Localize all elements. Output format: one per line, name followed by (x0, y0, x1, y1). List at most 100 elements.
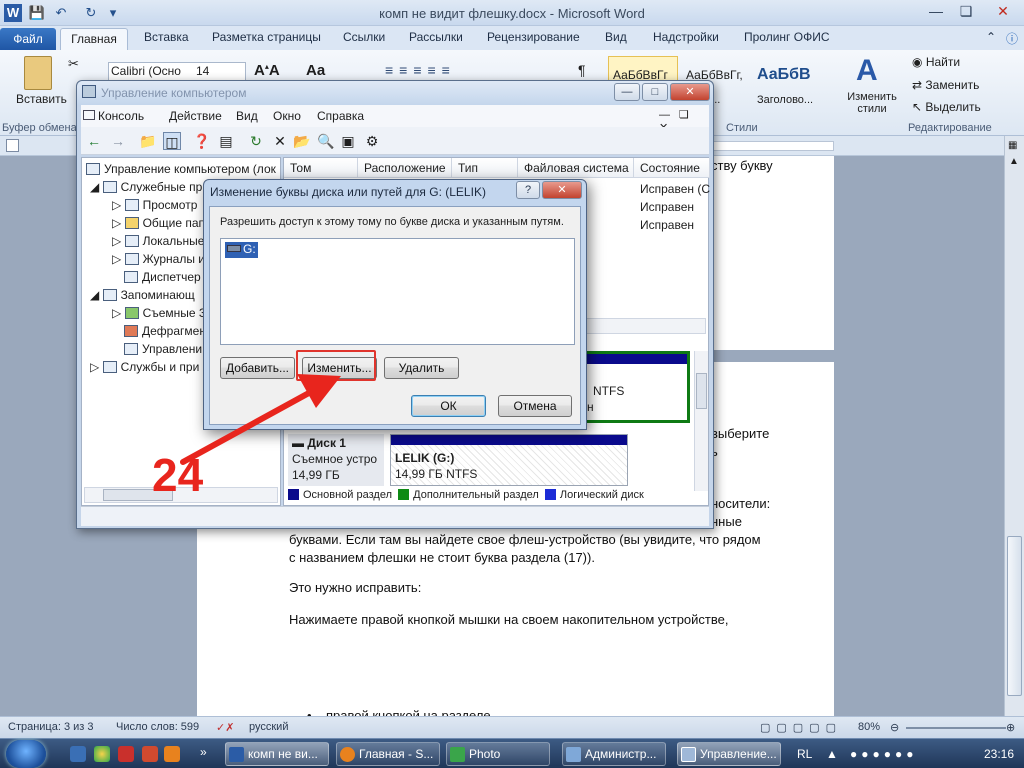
remove-button[interactable]: Удалить (384, 357, 459, 379)
col-header-fs[interactable]: Файловая система (518, 158, 634, 178)
show-marks-icon[interactable]: ¶ (578, 62, 586, 78)
col-header-type[interactable]: Тип (452, 158, 518, 178)
up-folder-icon[interactable]: 📁 (139, 132, 157, 150)
style-heading1[interactable]: АаБбВ (757, 66, 811, 84)
disk-vscrollbar[interactable] (694, 351, 708, 491)
explorer-pin-icon[interactable] (70, 746, 86, 762)
menu-help[interactable]: Справка (317, 109, 364, 123)
taskbar-item-cm[interactable]: Управление... (677, 742, 781, 766)
scroll-thumb[interactable] (1007, 536, 1022, 696)
menu-action[interactable]: Действие (169, 109, 222, 123)
font-name-box[interactable]: Calibri (Осно (111, 64, 181, 78)
volume-status-cell[interactable]: Исправен (640, 200, 694, 214)
select-button[interactable]: ↖ Выделить (912, 100, 981, 114)
dialog-close-button[interactable]: ✕ (542, 181, 582, 199)
word-count[interactable]: Число слов: 599 (116, 721, 199, 733)
tab-proling[interactable]: Пролинг ОФИС (744, 30, 830, 44)
close-button[interactable]: ✕ (984, 1, 1022, 23)
refresh-icon[interactable]: ↻ (247, 132, 265, 150)
volume-status-cell[interactable]: Исправен (640, 218, 694, 232)
open-icon[interactable]: 📂 (293, 132, 311, 150)
tab-references[interactable]: Ссылки (343, 30, 385, 44)
change-styles-icon[interactable]: A (856, 54, 878, 88)
scroll-up-icon[interactable]: ▲ (1009, 156, 1019, 167)
col-header-location[interactable]: Расположение (358, 158, 452, 178)
minimize-button[interactable]: — (920, 1, 952, 23)
page-counter[interactable]: Страница: 3 из 3 (8, 721, 94, 733)
cancel-button[interactable]: Отмена (498, 395, 572, 417)
tab-view[interactable]: Вид (605, 30, 627, 44)
drive-letter-item[interactable]: G: (225, 242, 258, 258)
view-mode-icons[interactable]: ▢▢▢▢▢ (760, 721, 842, 734)
taskbar-item-word[interactable]: комп не ви... (225, 742, 329, 766)
back-icon[interactable]: ← (85, 132, 103, 150)
volume-status-cell[interactable]: Исправен (С (640, 182, 710, 196)
start-button[interactable] (6, 740, 46, 768)
tab-review[interactable]: Рецензирование (487, 30, 580, 44)
properties-sheet-icon[interactable]: ▣ (339, 132, 357, 150)
paste-button-label[interactable]: Вставить (16, 92, 67, 106)
help-icon[interactable]: ⌃ (986, 30, 996, 44)
cm-minimize-button[interactable]: — (614, 83, 640, 101)
col-header-volume[interactable]: Том (284, 158, 358, 178)
tab-home[interactable]: Главная (60, 28, 128, 50)
replace-button[interactable]: ⇄ Заменить (912, 78, 979, 92)
chrome-pin-icon[interactable] (94, 746, 110, 762)
change-drive-letter-dialog[interactable]: Изменение буквы диска или путей для G: (… (203, 179, 587, 430)
restore-button[interactable]: ❏ (950, 1, 982, 23)
cut-icon[interactable]: ✂ (68, 56, 79, 72)
paste-icon[interactable] (24, 56, 52, 90)
menu-console[interactable]: Консоль (83, 109, 144, 123)
more-apps-icon[interactable]: » (200, 745, 207, 759)
tray-expand-icon[interactable]: ▲ (826, 747, 838, 761)
help-question-icon[interactable]: ⓘ (1006, 30, 1018, 47)
search-icon[interactable]: 🔍 (317, 132, 335, 150)
tab-addins[interactable]: Надстройки (653, 30, 719, 44)
ok-button[interactable]: ОК (411, 395, 486, 417)
drive-path-list[interactable]: G: (220, 238, 575, 345)
taskbar-item-photo[interactable]: Photo (446, 742, 550, 766)
language-indicator[interactable]: RL (797, 747, 812, 761)
clock[interactable]: 23:16 (984, 747, 1014, 761)
disk-scroll-thumb[interactable] (696, 373, 707, 409)
language-indicator[interactable]: русский (249, 721, 288, 733)
forward-icon[interactable]: → (109, 132, 127, 150)
disk1-label-box[interactable]: ▬ Диск 1 Съемное устро 14,99 ГБ (288, 434, 384, 486)
menu-window[interactable]: Окно (273, 109, 301, 123)
show-hide-tree-icon[interactable]: ◫ (163, 132, 181, 150)
properties-icon[interactable]: ▤ (217, 132, 235, 150)
opera-pin-icon[interactable] (118, 746, 134, 762)
settings-icon[interactable]: ⚙ (363, 132, 381, 150)
cm-maximize-button[interactable]: □ (642, 83, 668, 101)
tab-page-layout[interactable]: Разметка страницы (212, 30, 321, 44)
zoom-out-icon[interactable]: ⊖ (890, 721, 899, 734)
change-styles-label[interactable]: Изменить стили (844, 91, 900, 115)
tab-selector[interactable] (6, 139, 19, 152)
dialog-help-button[interactable]: ? (516, 181, 540, 199)
zoom-level[interactable]: 80% (858, 721, 880, 733)
help-icon[interactable]: ❓ (193, 132, 211, 150)
taskbar-item-admin[interactable]: Администр... (562, 742, 666, 766)
col-header-status[interactable]: Состояние (634, 158, 710, 178)
media-pin-icon[interactable] (142, 746, 158, 762)
menu-view[interactable]: Вид (236, 109, 258, 123)
partition-lelik[interactable]: LELIK (G:) 14,99 ГБ NTFS (390, 434, 628, 486)
tree-item-root[interactable]: Управление компьютером (лок (86, 162, 280, 176)
taskbar-item-firefox[interactable]: Главная - S... (336, 742, 440, 766)
tab-insert[interactable]: Вставка (144, 30, 189, 44)
cm-title-bar[interactable]: Управление компьютером — □ ✕ (77, 81, 713, 105)
font-size-box[interactable]: 14 (196, 64, 209, 78)
tray-icons[interactable]: ●●●●●● (850, 747, 918, 761)
delete-icon[interactable]: ✕ (271, 132, 289, 150)
ruler-toggle-icon[interactable]: ▦ (1008, 140, 1017, 151)
tab-mailings[interactable]: Рассылки (409, 30, 463, 44)
proofing-icon[interactable]: ✓✗ (216, 721, 234, 734)
add-button[interactable]: Добавить... (220, 357, 295, 379)
zoom-in-icon[interactable]: ⊕ (1006, 721, 1015, 734)
tab-file[interactable]: Файл (0, 28, 56, 50)
disk0-partition-frame[interactable]: NTFS н (584, 351, 690, 423)
zoom-slider[interactable] (906, 727, 1006, 729)
firefox-pin-icon[interactable] (164, 746, 180, 762)
find-button[interactable]: ◉ Найти (912, 55, 960, 69)
vertical-scrollbar[interactable]: ▦ ▲ (1004, 136, 1024, 716)
